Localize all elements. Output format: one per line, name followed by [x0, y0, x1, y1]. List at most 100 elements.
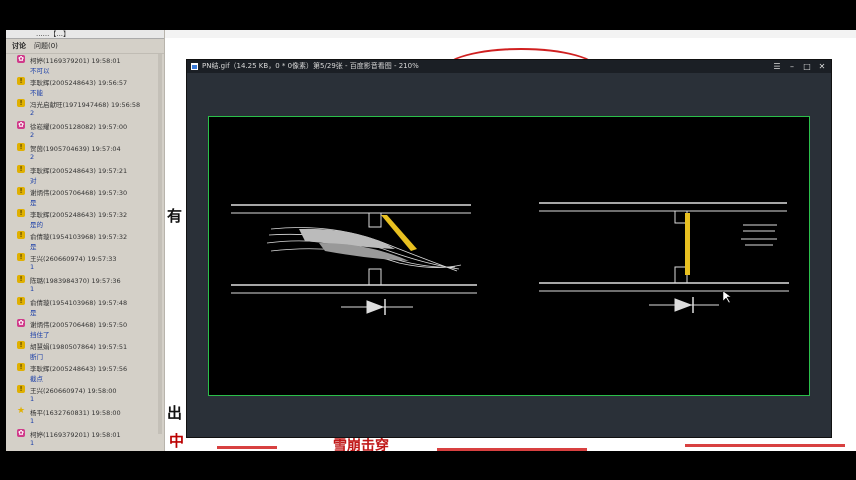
warn-icon: !: [17, 253, 25, 261]
chat-tabs: 讨论 问题(0): [6, 39, 164, 54]
message-sender-time: 李耿辉(2005248643) 19:56:57: [30, 79, 128, 87]
slide-char-3: 中: [169, 432, 185, 450]
message-text: 是: [30, 309, 37, 317]
warn-icon: !: [17, 209, 25, 217]
message-text: 1: [30, 263, 35, 271]
list-item: ! 王兴(260660974) 19:58:00 1: [6, 384, 164, 406]
tab-discussion[interactable]: 讨论: [12, 41, 26, 51]
maximize-button[interactable]: □: [800, 60, 814, 73]
message-text: 对: [30, 177, 37, 185]
screen: ......【...】 讨论 问题(0) ✿ 柯婷(1169379201) 19:…: [0, 0, 856, 480]
warn-icon: !: [17, 165, 25, 173]
message-text: 是: [30, 199, 37, 207]
list-item: ! 李耿辉(2005248643) 19:56:57 不能: [6, 76, 164, 98]
list-item: ! 贺茵(1905704639) 19:57:04 2: [6, 142, 164, 164]
menu-icon[interactable]: ☰: [770, 60, 784, 73]
warn-icon: !: [17, 385, 25, 393]
minimize-button[interactable]: –: [785, 60, 799, 73]
list-item: ! 李耿辉(2005248643) 19:57:21 对: [6, 164, 164, 186]
message-sender-time: 胡慧娟(1980507864) 19:57:51: [30, 343, 128, 351]
left-diagram: [231, 204, 477, 308]
warn-icon: !: [17, 297, 25, 305]
list-item: ! 胡慧娟(1980507864) 19:57:51 断门: [6, 340, 164, 362]
gift-icon: ✿: [17, 319, 25, 327]
list-item: ✿ 谢炳伟(2005706468) 19:57:50 挡住了: [6, 318, 164, 340]
message-sender-time: 李耿辉(2005248643) 19:57:56: [30, 365, 128, 373]
message-sender-time: 徐崧耀(2005128082) 19:57:00: [30, 123, 128, 131]
red-smudge: [685, 444, 845, 447]
message-sender-time: 谢炳伟(2005706468) 19:57:50: [30, 321, 128, 329]
message-text: 是的: [30, 221, 43, 229]
message-text: 断门: [30, 353, 43, 361]
close-button[interactable]: ✕: [815, 60, 829, 73]
image-icon: [191, 63, 198, 70]
slide-top-strip: [165, 30, 856, 38]
message-text: 1: [30, 395, 35, 403]
warn-icon: !: [17, 143, 25, 151]
message-text: 2: [30, 109, 35, 117]
message-sender-time: 柯婷(1169379201) 19:58:01: [30, 431, 121, 439]
list-item: ! 俞倩璇(1954103968) 19:57:32 是: [6, 230, 164, 252]
right-diode-icon: [674, 297, 694, 313]
warn-icon: !: [17, 187, 25, 195]
list-item: ! 俞倩璇(1954103968) 19:57:48 是: [6, 296, 164, 318]
list-item: ! 王兴(260660974) 19:57:33 1: [6, 252, 164, 274]
message-sender-time: 谢炳伟(2005706468) 19:57:30: [30, 189, 128, 197]
warn-icon: !: [17, 231, 25, 239]
message-sender-time: 陈璐(1983984370) 19:57:36: [30, 277, 121, 285]
warn-icon: !: [17, 99, 25, 107]
warn-icon: !: [17, 275, 25, 283]
message-text: 不可以: [30, 67, 50, 75]
message-sender-time: 贺茵(1905704639) 19:57:04: [30, 145, 121, 153]
star-icon: ★: [17, 406, 26, 416]
message-text: 不能: [30, 89, 43, 97]
viewer-titlebar[interactable]: PN结.gif（14.25 KB，0 * 0像素）第5/29张 - 百度影音看图…: [187, 60, 831, 73]
chat-panel: ......【...】 讨论 问题(0) ✿ 柯婷(1169379201) 19:…: [6, 30, 165, 451]
gift-icon: ✿: [17, 429, 25, 437]
list-item: ✿ 徐崧耀(2005128082) 19:57:00 2: [6, 120, 164, 142]
right-diagram: [539, 202, 789, 306]
left-diode-icon: [366, 299, 386, 315]
image-canvas[interactable]: [208, 116, 810, 396]
list-item: ✿ 柯婷(1169379201) 19:58:01 1: [6, 428, 164, 450]
slide-char-2: 出: [167, 404, 183, 422]
list-item: ! 谢炳伟(2005706468) 19:57:30 是: [6, 186, 164, 208]
list-item: ! 李耿辉(2005248643) 19:57:56 截点: [6, 362, 164, 384]
message-sender-time: 柯婷(1169379201) 19:58:01: [30, 57, 121, 65]
message-text: 2: [30, 131, 35, 139]
letterbox-bottom: [0, 451, 856, 480]
message-sender-time: 李耿辉(2005248643) 19:57:21: [30, 167, 128, 175]
gift-icon: ✿: [17, 55, 25, 63]
message-sender-time: 俞倩璇(1954103968) 19:57:32: [30, 233, 128, 241]
image-viewer-window: PN结.gif（14.25 KB，0 * 0像素）第5/29张 - 百度影音看图…: [186, 59, 832, 438]
message-text: 是: [30, 243, 37, 251]
message-text: 1: [30, 417, 35, 425]
chat-header: ......【...】: [6, 30, 164, 39]
warn-icon: !: [17, 341, 25, 349]
list-item: ★ 杨平(1632760831) 19:58:00 1: [6, 406, 164, 428]
mouse-cursor-icon: [722, 290, 732, 304]
tab-questions[interactable]: 问题(0): [34, 41, 58, 51]
red-smudge: [217, 446, 277, 449]
list-item: ! 李耿辉(2005248643) 19:57:32 是的: [6, 208, 164, 230]
message-sender-time: 俞倩璇(1954103968) 19:57:48: [30, 299, 128, 307]
message-text: 1: [30, 285, 35, 293]
list-item: ! 陈璐(1983984370) 19:57:36 1: [6, 274, 164, 296]
message-list: ✿ 柯婷(1169379201) 19:58:01 不可以! 李耿辉(20052486…: [6, 54, 164, 450]
viewer-title: PN结.gif（14.25 KB，0 * 0像素）第5/29张 - 百度影音看图…: [202, 62, 419, 70]
pn-junction-diagram: [231, 202, 789, 315]
slide-char-1: 有: [167, 207, 183, 225]
letterbox-top: [0, 0, 856, 30]
warn-icon: !: [17, 363, 25, 371]
message-sender-time: 王兴(260660974) 19:57:33: [30, 255, 117, 263]
message-text: 1: [30, 439, 35, 447]
message-sender-time: 李耿辉(2005248643) 19:57:32: [30, 211, 128, 219]
list-item: ! 冯光启献旺(1971947468) 19:56:58 2: [6, 98, 164, 120]
right-yellow-bar: [685, 213, 690, 275]
list-item: ✿ 柯婷(1169379201) 19:58:01 不可以: [6, 54, 164, 76]
message-text: 截点: [30, 375, 43, 383]
message-text: 2: [30, 153, 35, 161]
message-sender-time: 王兴(260660974) 19:58:00: [30, 387, 117, 395]
message-sender-time: 杨平(1632760831) 19:58:00: [30, 409, 121, 417]
chat-scrollbar[interactable]: [158, 54, 162, 434]
